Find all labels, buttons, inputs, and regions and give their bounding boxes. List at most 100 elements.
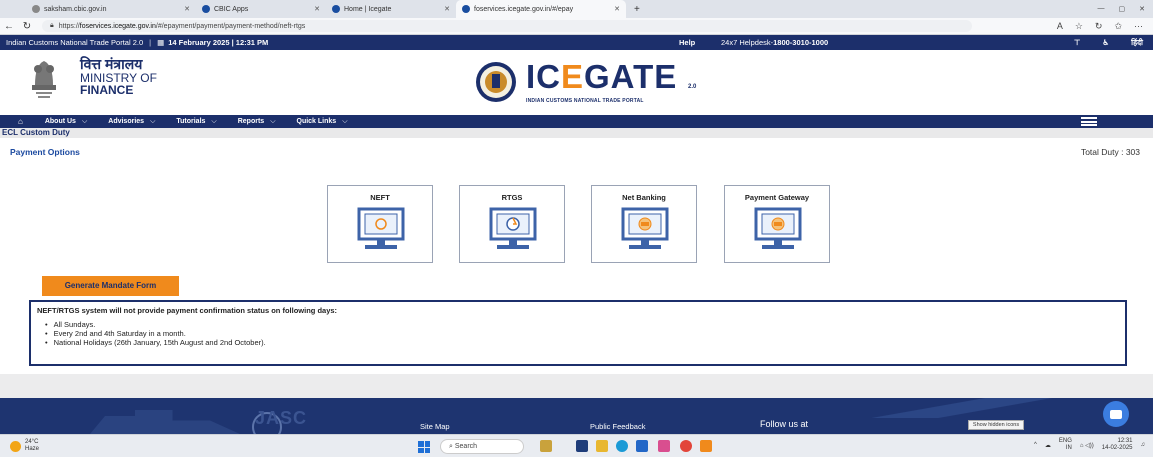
site-header: वित्त मंत्रालय MINISTRY OF FINANCE ICEGA… — [0, 50, 1153, 115]
weather-text: 24°C Haze — [25, 439, 39, 453]
file-explorer-icon[interactable] — [596, 440, 608, 452]
footer-ship-graphic — [850, 398, 1070, 418]
browser-tab-active[interactable]: foservices.icegate.gov.in/#/epay ✕ — [456, 0, 626, 18]
language-code: ENG — [1058, 438, 1072, 444]
portal-name: Indian Customs National Trade Portal 2.0 — [6, 38, 144, 47]
icegate-wordmark: ICEGATE — [526, 58, 677, 96]
topbar-tools: ⊤ ♿︎ हिंदी — [1074, 38, 1143, 48]
ministry-title: वित्त मंत्रालय MINISTRY OF FINANCE — [80, 57, 157, 97]
more-icon[interactable]: ··· — [1134, 21, 1143, 32]
tab-close-icon[interactable]: ✕ — [444, 5, 450, 13]
nav-label: About Us — [44, 117, 76, 125]
hindi-language-link[interactable]: हिंदी — [1131, 38, 1143, 48]
nav-item-advisories[interactable]: Advisories ⌵ — [108, 118, 155, 126]
new-tab-icon[interactable]: + — [634, 4, 640, 15]
windows-start-icon[interactable] — [418, 441, 430, 453]
cloud-icon[interactable]: ☁︎ — [1045, 442, 1051, 449]
nav-item-tutorials[interactable]: Tutorials ⌵ — [176, 118, 216, 126]
weather-widget[interactable]: 24°C Haze — [10, 439, 39, 453]
clock-time: 12:31 — [1117, 438, 1133, 444]
chevron-down-icon: ⌵ — [211, 117, 217, 125]
payment-option-label: NEFT — [370, 193, 390, 202]
helpdesk-number: 1800-3010-1000 — [773, 38, 829, 47]
notification-bell-icon[interactable]: ♫ — [1141, 442, 1146, 448]
notice-item: National Holidays (26th January, 15th Au… — [45, 338, 1119, 347]
app-icon[interactable] — [658, 440, 670, 452]
taskbar-clock[interactable]: 12:31 14-02-2025 — [1102, 438, 1133, 452]
chat-icon[interactable] — [1103, 401, 1129, 427]
widgets-icon[interactable] — [540, 440, 552, 452]
tab-close-icon[interactable]: ✕ — [614, 5, 620, 13]
logo-part-c: GATE — [584, 58, 678, 95]
show-hidden-icons-tooltip: Show hidden icons — [968, 420, 1024, 430]
accessibility-icon[interactable]: ♿︎ — [1102, 38, 1109, 48]
nav-label: Tutorials — [176, 117, 206, 125]
public-feedback-link[interactable]: Public Feedback — [590, 422, 645, 431]
minimize-icon[interactable]: — — [1098, 5, 1105, 13]
refresh-page-icon[interactable]: ↻ — [1095, 21, 1103, 32]
logo-tagline: INDIAN CUSTOMS NATIONAL TRADE PORTAL — [526, 98, 644, 104]
calendar-icon: ▦ — [157, 38, 165, 47]
chevron-down-icon: ⌵ — [81, 117, 88, 125]
browser-toolbar-icons: A ☆ ↻ ✩ ··· — [1057, 21, 1153, 32]
total-duty: Total Duty : 303 — [1080, 147, 1140, 157]
payment-option-label: Payment Gateway — [744, 193, 810, 202]
payment-option-net-banking[interactable]: Net Banking — [591, 185, 697, 263]
hamburger-menu-icon[interactable] — [1081, 117, 1097, 126]
sitemap-tree-icon[interactable]: ⊤ — [1074, 38, 1081, 48]
payment-option-rtgs[interactable]: RTGS — [459, 185, 565, 263]
language-region: IN — [1065, 445, 1072, 451]
refresh-icon[interactable]: ↻ — [18, 21, 36, 32]
favorite-star-icon[interactable]: ☆ — [1075, 21, 1083, 32]
close-window-icon[interactable]: ✕ — [1139, 5, 1145, 13]
store-icon[interactable] — [636, 440, 648, 452]
ministry-line2: FINANCE — [80, 83, 134, 98]
net-banking-icon — [621, 207, 669, 249]
nav-item-about-us[interactable]: About Us ⌵ — [45, 118, 87, 126]
browser-tab[interactable]: saksham.cbic.gov.in ✕ — [26, 0, 196, 18]
payment-option-label: RTGS — [501, 193, 523, 202]
url-path: /#/epayment/payment/payment-method/neft-… — [155, 22, 306, 30]
maximize-icon[interactable]: ▢ — [1119, 5, 1126, 13]
divider: | — [149, 38, 152, 47]
back-icon[interactable]: ← — [0, 21, 18, 32]
nav-item-quick-links[interactable]: Quick Links ⌵ — [297, 118, 348, 126]
chevron-down-icon: ⌵ — [342, 117, 348, 125]
tab-close-icon[interactable]: ✕ — [184, 5, 190, 13]
tray-expand-icon[interactable]: ^ — [1034, 442, 1037, 448]
browser-tab[interactable]: CBIC Apps ✕ — [196, 0, 326, 18]
network-app-icon[interactable] — [700, 440, 712, 452]
browser-tab[interactable]: Home | Icegate ✕ — [326, 0, 456, 18]
window-controls: — ▢ ✕ — [1098, 5, 1153, 13]
icegate-logo[interactable]: ICEGATE 2.0 INDIAN CUSTOMS NATIONAL TRAD… — [468, 58, 704, 106]
edge-browser-icon[interactable] — [616, 440, 628, 452]
home-icon[interactable]: ⌂ — [18, 117, 23, 126]
help-link[interactable]: Help — [679, 38, 695, 47]
tab-favicon-icon — [332, 5, 340, 13]
payment-content: Payment Options Total Duty : 303 NEFT RT… — [0, 138, 1153, 374]
chevron-down-icon: ⌵ — [270, 117, 276, 125]
favorites-icon[interactable]: ✩ — [1114, 21, 1122, 32]
url-field[interactable]: 🔒︎ https:// foservices.icegate.gov.in /#… — [42, 20, 972, 32]
nav-item-reports[interactable]: Reports ⌵ — [238, 118, 276, 126]
address-bar: ← ↻ 🔒︎ https:// foservices.icegate.gov.i… — [0, 18, 1153, 35]
chrome-icon[interactable] — [680, 440, 692, 452]
weather-sun-icon — [10, 440, 21, 452]
payment-option-neft[interactable]: NEFT — [327, 185, 433, 263]
wifi-volume-icon[interactable]: ⌂ ◁)) — [1080, 442, 1094, 449]
helpdesk-info: 24x7 Helpdesk-1800-3010-1000 — [721, 38, 828, 47]
rtgs-icon — [489, 207, 537, 249]
task-view-icon[interactable] — [576, 440, 588, 452]
language-indicator[interactable]: ENG IN — [1059, 438, 1072, 452]
url-host: foservices.icegate.gov.in — [79, 22, 156, 30]
tab-favicon-icon — [462, 5, 470, 13]
taskbar-search[interactable]: ⌕ Search — [440, 439, 524, 454]
logo-part-a: IC — [526, 58, 561, 95]
payment-option-payment-gateway[interactable]: Payment Gateway — [724, 185, 830, 263]
generate-mandate-form-button[interactable]: Generate Mandate Form — [42, 276, 179, 296]
read-aloud-icon[interactable]: A — [1057, 21, 1063, 32]
url-prefix: https:// — [58, 22, 80, 30]
portal-top-bar: Indian Customs National Trade Portal 2.0… — [0, 35, 1153, 50]
site-map-link[interactable]: Site Map — [420, 422, 450, 431]
tab-close-icon[interactable]: ✕ — [314, 5, 320, 13]
